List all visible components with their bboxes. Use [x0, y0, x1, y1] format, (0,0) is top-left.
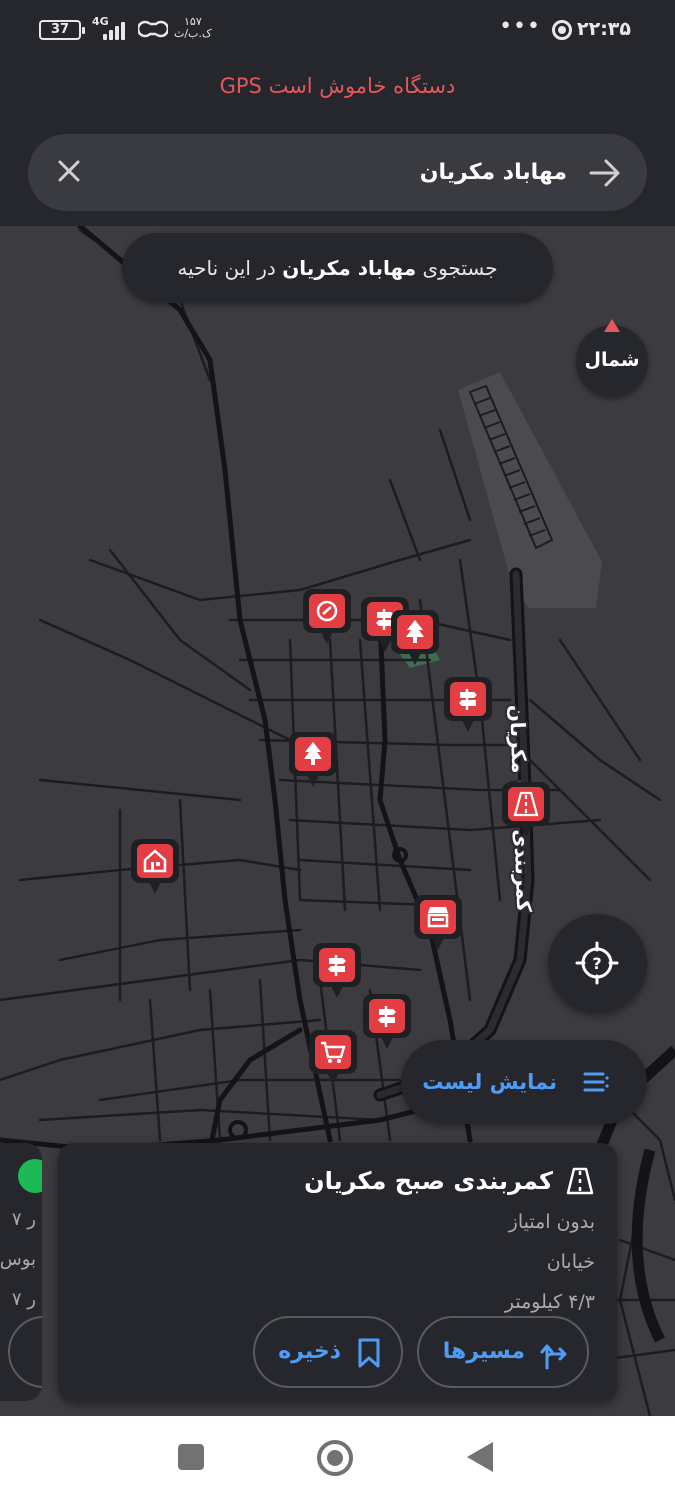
save-button[interactable]: ذخیره — [253, 1316, 403, 1388]
map-pin[interactable] — [413, 894, 463, 952]
north-arrow-icon — [604, 319, 620, 332]
network-speed: ۱۵۷ ک.ب/ث — [174, 15, 212, 40]
map-pin[interactable] — [130, 838, 180, 896]
result-title: کمربندی صبح مکریان — [304, 1167, 553, 1195]
search-area-prefix: جستجوی — [422, 256, 498, 280]
result-rating: بدون امتیاز — [508, 1211, 595, 1233]
map-pin[interactable] — [308, 1029, 358, 1087]
arrow-right-icon[interactable] — [589, 158, 621, 188]
prev-card-line: بوس — [0, 1249, 36, 1270]
result-card[interactable]: کمربندی صبح مکریان بدون امتیاز خیابان ۴/… — [58, 1143, 617, 1401]
result-distance: ۴/۳ کیلومتر — [504, 1291, 595, 1313]
prev-card-line: ۷ ر — [11, 1209, 36, 1230]
home-button[interactable] — [317, 1440, 353, 1476]
tree-icon — [289, 732, 337, 787]
result-category: خیابان — [546, 1251, 595, 1273]
bookmark-icon — [358, 1338, 380, 1368]
shop-icon — [414, 895, 462, 950]
record-icon — [552, 20, 572, 40]
show-list-button[interactable]: نمایش لیست — [401, 1040, 647, 1124]
sign-icon — [444, 677, 492, 732]
recents-button[interactable] — [178, 1444, 204, 1470]
road-icon — [502, 782, 550, 837]
close-icon[interactable] — [56, 158, 82, 184]
tree-icon — [18, 1159, 42, 1193]
compass-label: شمال — [584, 349, 640, 371]
sign-icon — [313, 943, 361, 998]
home-icon — [131, 839, 179, 894]
search-bar[interactable]: مهاباد مکریان — [28, 134, 647, 211]
svg-text:?: ? — [592, 954, 601, 973]
gps-warning: GPS دستگاه خاموش است — [219, 74, 456, 98]
tree-icon — [391, 610, 439, 665]
map-pin[interactable] — [443, 676, 493, 734]
map-pin[interactable] — [302, 588, 352, 646]
sign-icon — [363, 994, 411, 1049]
locate-icon: ? — [575, 941, 619, 985]
battery-indicator: 37 — [39, 20, 85, 40]
map-pin[interactable] — [501, 781, 551, 839]
routes-button[interactable]: مسیرها — [417, 1316, 589, 1388]
prev-card-button[interactable] — [8, 1316, 42, 1388]
map-pin[interactable] — [288, 731, 338, 789]
routes-label: مسیرها — [442, 1339, 525, 1364]
road-icon — [566, 1167, 594, 1195]
status-bar: 37 4G ۱۵۷ ک.ب/ث ••• ۲۲:۳۵ — [0, 0, 675, 62]
compass-button[interactable]: شمال — [576, 319, 648, 397]
map-pin[interactable] — [362, 993, 412, 1051]
system-nav-bar — [0, 1416, 675, 1500]
my-location-button[interactable]: ? — [548, 914, 647, 1013]
list-icon — [583, 1072, 609, 1092]
search-area-query: مهاباد مکریان — [282, 256, 417, 280]
save-label: ذخیره — [278, 1339, 341, 1364]
map-pin[interactable] — [390, 609, 440, 667]
link-icon — [138, 20, 168, 38]
directions-icon — [540, 1344, 567, 1370]
show-list-label: نمایش لیست — [422, 1070, 557, 1094]
signal-icon — [103, 22, 131, 40]
prev-card-line: ۷ ر — [11, 1289, 36, 1310]
clock: ۲۲:۳۵ — [577, 18, 631, 40]
search-input[interactable]: مهاباد مکریان — [420, 134, 567, 211]
cart-icon — [309, 1030, 357, 1085]
previous-result-card[interactable]: ۷ ر بوس ۷ ر — [0, 1143, 42, 1401]
map-pin[interactable] — [312, 942, 362, 1000]
back-button[interactable] — [467, 1442, 493, 1472]
search-area-suffix: در این ناحیه — [177, 256, 276, 280]
more-notifications-icon: ••• — [499, 14, 541, 39]
search-this-area-button[interactable]: جستجوی مهاباد مکریان در این ناحیه — [122, 233, 553, 303]
gas-icon — [303, 589, 351, 644]
